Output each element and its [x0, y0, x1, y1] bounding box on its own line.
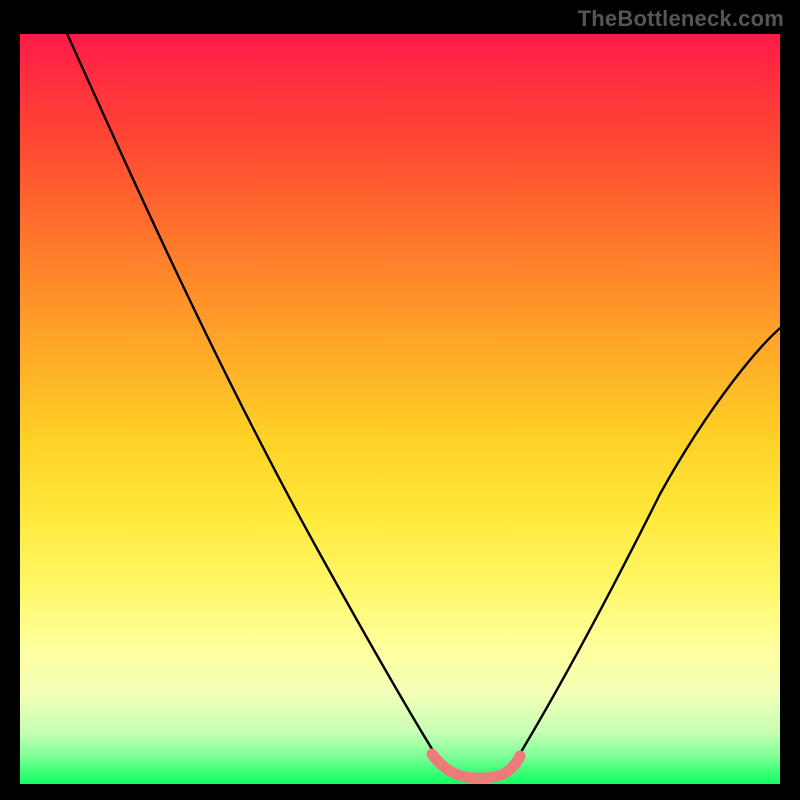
left-curve — [65, 34, 440, 762]
right-curve — [515, 324, 780, 762]
curve-layer — [20, 34, 780, 784]
bottom-highlight-curve — [432, 754, 520, 778]
chart-frame: TheBottleneck.com line — [0, 0, 800, 800]
watermark-text: TheBottleneck.com — [578, 6, 784, 32]
plot-area — [20, 34, 780, 784]
